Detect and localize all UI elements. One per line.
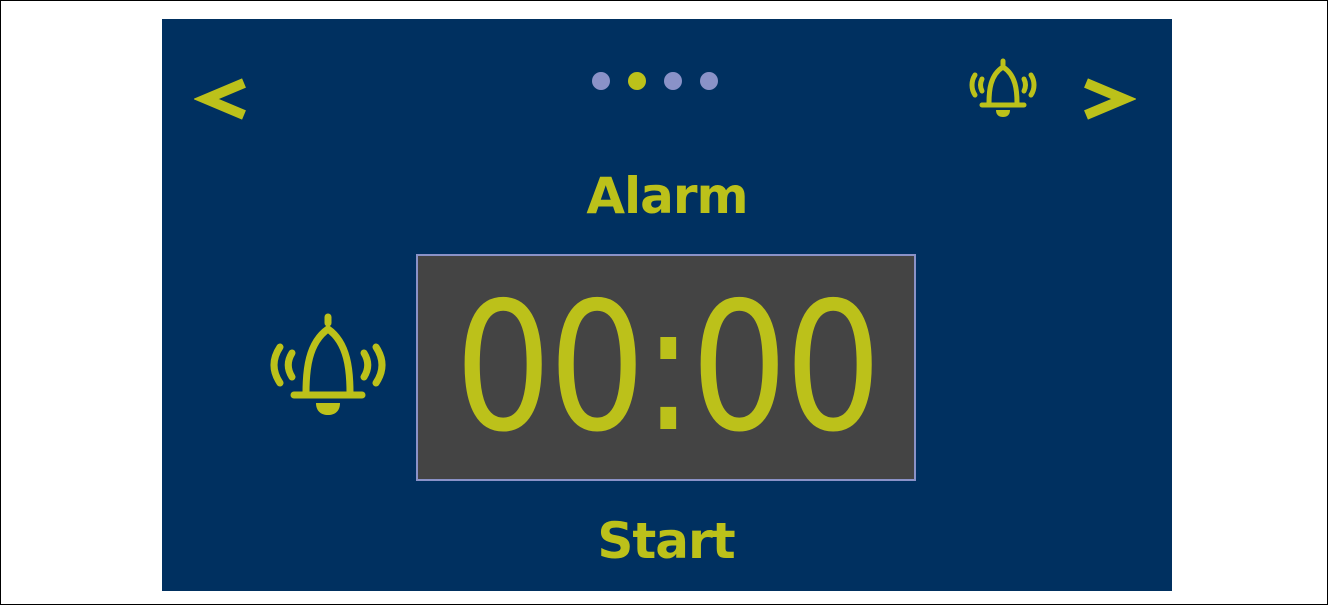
- alarm-time-display[interactable]: 00:00: [416, 254, 916, 481]
- alarm-bell-icon-large: [262, 309, 394, 425]
- alarm-status-icon[interactable]: [958, 53, 1048, 125]
- bell-ringing-icon: [969, 58, 1037, 117]
- page-indicator: [592, 71, 742, 91]
- next-page-button[interactable]: [1076, 69, 1136, 129]
- page-dot-1: [592, 72, 610, 90]
- bell-ringing-icon: [270, 313, 386, 415]
- page-dot-2: [628, 72, 646, 90]
- alarm-time-value: 00:00: [454, 263, 881, 471]
- page-frame: Alarm 00:00 Start: [0, 0, 1328, 605]
- previous-page-button[interactable]: [194, 69, 254, 129]
- screen-title: Alarm: [586, 167, 748, 225]
- start-button[interactable]: Start: [566, 509, 766, 573]
- alarm-screen: Alarm 00:00 Start: [162, 19, 1172, 591]
- chevron-right-icon: [1084, 78, 1136, 120]
- page-dot-4: [700, 72, 718, 90]
- page-dot-3: [664, 72, 682, 90]
- chevron-left-icon: [194, 78, 246, 120]
